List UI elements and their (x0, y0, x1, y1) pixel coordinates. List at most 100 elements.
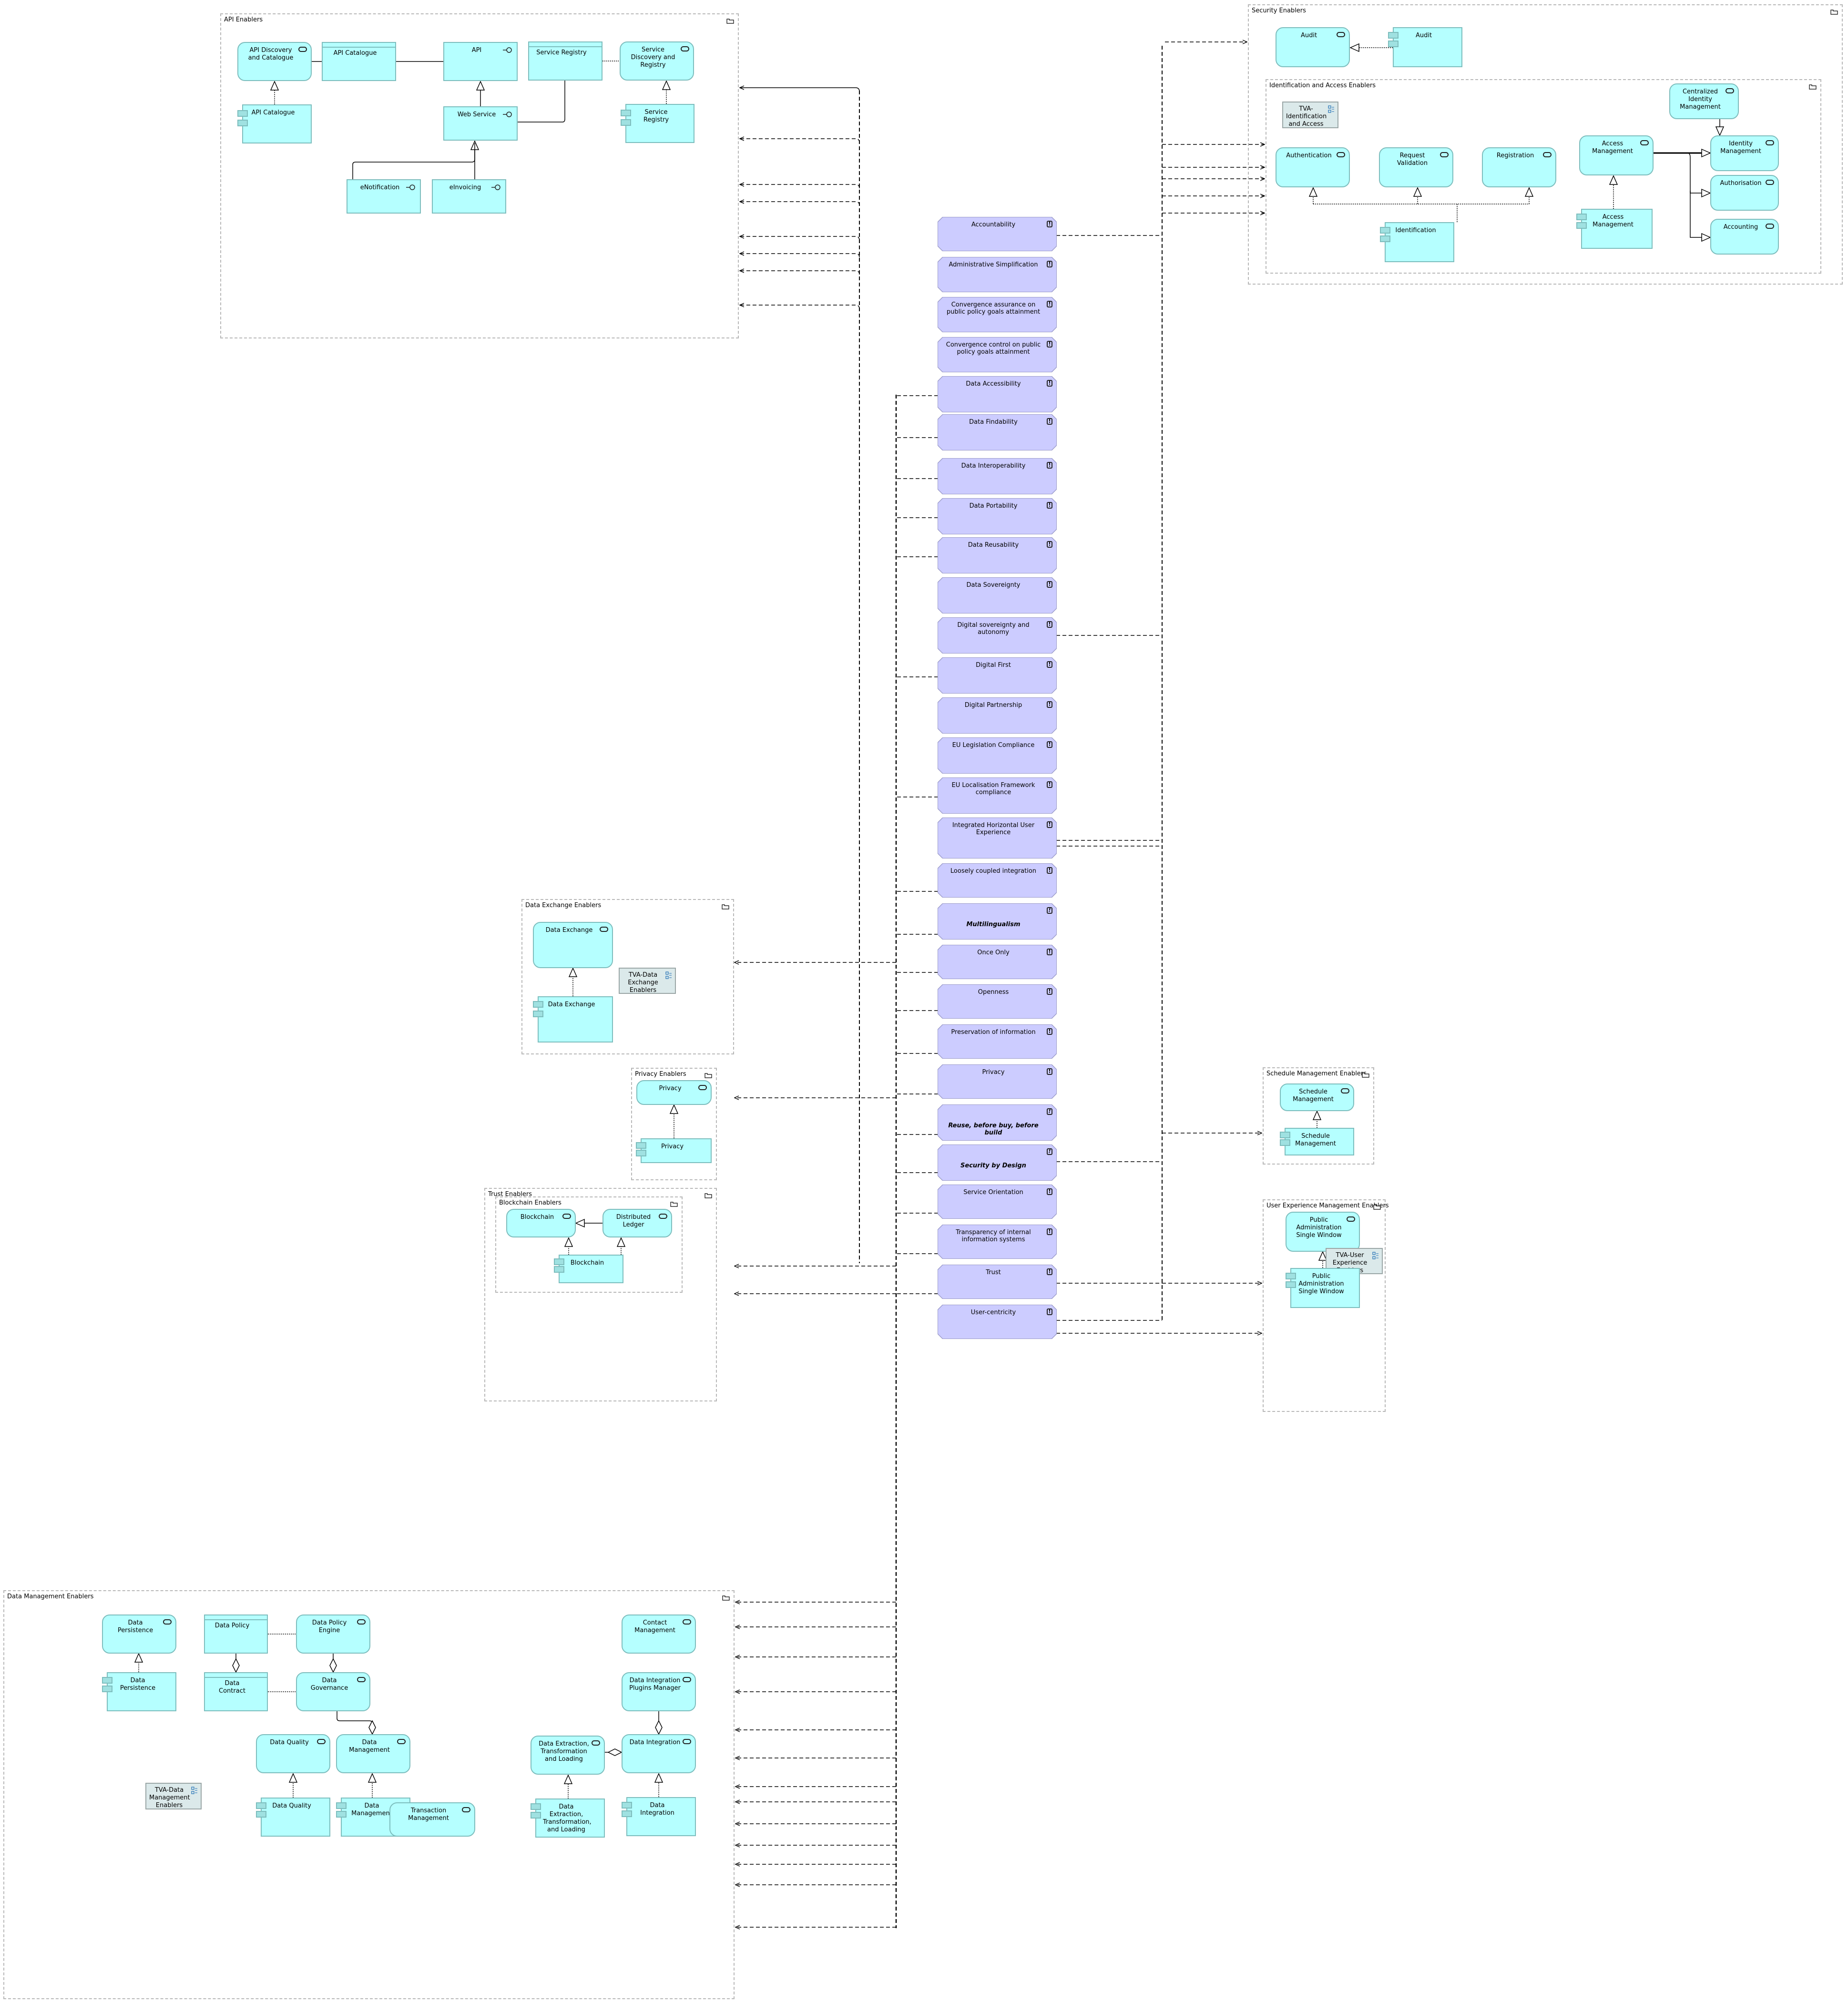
principle-box[interactable]: Digital Partnership! (938, 698, 1056, 733)
web-service-interface[interactable]: Web Service (443, 106, 518, 141)
principle-box[interactable]: Once Only! (938, 945, 1056, 979)
principle-box[interactable]: Data Reusability! (938, 538, 1056, 573)
data-etl-service[interactable]: Data Extraction, Transformation and Load… (531, 1736, 605, 1775)
principle-icon: ! (1047, 621, 1052, 628)
api-catalogue-component[interactable]: API Catalogue (237, 104, 312, 143)
data-management-service[interactable]: Data Management (336, 1734, 410, 1773)
privacy-service[interactable]: Privacy (636, 1080, 712, 1105)
tva-data-exchange-view[interactable]: TVA-Data Exchange Enablers (619, 968, 676, 994)
tva-data-management-view[interactable]: TVA-Data Management Enablers (145, 1783, 202, 1809)
principle-box[interactable]: Integrated Horizontal User Experience! (938, 818, 1056, 858)
principle-box[interactable]: EU Localisation Framework compliance! (938, 778, 1056, 813)
principle-box[interactable]: Multilingualism! (938, 904, 1056, 939)
authentication-service[interactable]: Authentication (1276, 147, 1350, 187)
principle-box[interactable]: Loosely coupled integration! (938, 864, 1056, 897)
principle-label: Trust (986, 1269, 1001, 1276)
data-integration-component[interactable]: Data Integration (622, 1797, 696, 1836)
principle-box[interactable]: Preservation of information! (938, 1025, 1056, 1058)
influence-line (740, 236, 860, 241)
group-title: Privacy Enablers (635, 1071, 686, 1078)
principle-box[interactable]: Data Sovereignty! (938, 578, 1056, 613)
data-etl-component[interactable]: Data Extraction, Transformation, and Loa… (531, 1799, 605, 1838)
tva-identification-access-view[interactable]: TVA-Identification and Access (1282, 102, 1338, 128)
blockchain-service[interactable]: Blockchain (506, 1209, 576, 1237)
principle-box[interactable]: Data Interoperability! (938, 459, 1056, 494)
service-registry-component[interactable]: Service Registry (621, 104, 694, 143)
principle-box[interactable]: Digital sovereignty and autonomy! (938, 618, 1056, 653)
principle-box[interactable]: Accountability! (938, 217, 1056, 251)
principle-box[interactable]: User-centricity! (938, 1305, 1056, 1339)
access-management-service[interactable]: Access Management (1579, 135, 1654, 175)
principle-box[interactable]: Convergence assurance on public policy g… (938, 297, 1056, 332)
privacy-component[interactable]: Privacy (636, 1138, 712, 1163)
request-validation-service[interactable]: Request Validation (1379, 147, 1453, 187)
service-registry-object[interactable]: Service Registry (528, 41, 602, 81)
service-icon (562, 1214, 571, 1219)
service-icon (317, 1739, 326, 1744)
influence-line (740, 202, 860, 206)
data-contract-object[interactable]: Data Contract (204, 1672, 268, 1711)
principle-icon: ! (1047, 1188, 1052, 1195)
principle-label: Data Accessibility (966, 380, 1021, 388)
blockchain-component[interactable]: Blockchain (554, 1255, 623, 1283)
data-persistence-component[interactable]: Data Persistence (102, 1672, 176, 1711)
principle-box[interactable]: Privacy! (938, 1065, 1056, 1098)
api-interface[interactable]: API (443, 42, 518, 81)
identification-component[interactable]: Identification (1380, 222, 1454, 262)
api-discovery-service[interactable]: API Discovery and Catalogue (237, 42, 312, 81)
principle-box[interactable]: Openness! (938, 985, 1056, 1018)
data-integration-service[interactable]: Data Integration (622, 1734, 696, 1773)
public-administration-single-window-component[interactable]: Public Administration Single Window (1286, 1268, 1360, 1308)
enotification-interface[interactable]: eNotification (347, 179, 421, 214)
schedule-management-component[interactable]: Schedule Management (1280, 1128, 1354, 1155)
data-persistence-service[interactable]: Data Persistence (102, 1615, 176, 1654)
principle-box[interactable]: Trust! (938, 1265, 1056, 1298)
data-exchange-service[interactable]: Data Exchange (533, 922, 613, 968)
contact-management-service[interactable]: Contact Management (622, 1615, 696, 1654)
component-tab (1388, 32, 1399, 39)
audit-service[interactable]: Audit (1276, 27, 1350, 67)
principle-box[interactable]: EU Legislation Compliance! (938, 738, 1056, 773)
data-policy-engine-service[interactable]: Data Policy Engine (296, 1615, 370, 1654)
audit-component[interactable]: Audit (1388, 27, 1462, 67)
registration-service[interactable]: Registration (1482, 147, 1556, 187)
api-catalogue-object[interactable]: API Catalogue (322, 42, 396, 81)
schedule-management-service[interactable]: Schedule Management (1280, 1083, 1354, 1111)
service-discovery-service[interactable]: Service Discovery and Registry (620, 41, 694, 81)
data-quality-component[interactable]: Data Quality (256, 1798, 330, 1837)
principle-label: Digital Partnership (964, 702, 1022, 709)
principle-box[interactable]: Service Orientation! (938, 1185, 1056, 1218)
principle-box[interactable]: Security by Design! (938, 1145, 1056, 1180)
transaction-management-service[interactable]: Transaction Management (389, 1802, 475, 1837)
authorisation-service[interactable]: Authorisation (1710, 175, 1779, 211)
principle-box[interactable]: Transparency of internal information sys… (938, 1225, 1056, 1258)
public-administration-single-window-service[interactable]: Public Administration Single Window (1286, 1212, 1360, 1252)
einvoicing-interface[interactable]: eInvoicing (432, 179, 506, 214)
centralized-identity-management-service[interactable]: Centralized Identity Management (1669, 83, 1739, 119)
service-icon (1766, 224, 1774, 229)
principle-icon: ! (1047, 867, 1052, 874)
service-icon (1766, 180, 1774, 185)
principle-box[interactable]: Data Accessibility! (938, 377, 1056, 412)
principle-box[interactable]: Data Findability! (938, 415, 1056, 450)
principle-label: Security by Design (960, 1162, 1026, 1169)
data-integration-plugins-manager-service[interactable]: Data Integration Plugins Manager (622, 1672, 696, 1711)
data-policy-object[interactable]: Data Policy (204, 1615, 268, 1654)
principle-box[interactable]: Data Portability! (938, 499, 1056, 534)
service-icon (659, 1214, 667, 1219)
folder-icon (704, 1193, 712, 1198)
identity-management-service[interactable]: Identity Management (1710, 135, 1779, 171)
service-icon (1725, 88, 1734, 93)
accounting-service[interactable]: Accounting (1710, 219, 1779, 255)
data-governance-service[interactable]: Data Governance (296, 1672, 370, 1711)
data-exchange-component[interactable]: Data Exchange (533, 996, 613, 1042)
principle-box[interactable]: Administrative Simplification! (938, 257, 1056, 292)
distributed-ledger-service[interactable]: Distributed Ledger (602, 1209, 672, 1237)
influence-line (740, 184, 860, 189)
access-management-component[interactable]: Access Management (1576, 209, 1653, 249)
data-quality-service[interactable]: Data Quality (256, 1734, 330, 1773)
principle-icon: ! (1047, 221, 1052, 227)
principle-box[interactable]: Reuse, before buy, before build! (938, 1105, 1056, 1140)
principle-box[interactable]: Digital First! (938, 658, 1056, 693)
principle-box[interactable]: Convergence control on public policy goa… (938, 337, 1056, 372)
